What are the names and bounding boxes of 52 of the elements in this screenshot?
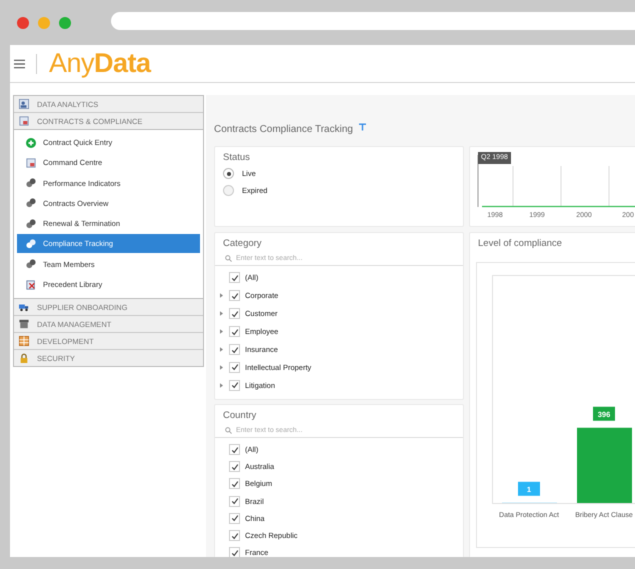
minimize-window-dot[interactable] [38,16,50,28]
checkbox[interactable] [229,290,240,302]
expand-triangle-icon[interactable] [220,347,223,352]
value-label-background [593,406,615,421]
grid-icon [19,336,29,346]
lock-icon [19,353,29,364]
card-title: Category [222,237,263,249]
document-icon [19,116,29,126]
expand-triangle-icon[interactable] [220,329,223,334]
timeline-drawing[interactable] [478,154,635,208]
plus-icon [26,138,36,148]
truck-icon [19,302,29,312]
checkbox[interactable] [229,547,240,557]
card-title: Country [222,409,258,421]
checkbox[interactable] [229,308,240,320]
expand-triangle-icon[interactable] [220,311,223,316]
checkbox[interactable] [229,380,240,391]
logo: AnyData [49,48,151,79]
expand-triangle-icon[interactable] [220,364,223,370]
checkbox[interactable] [229,362,240,373]
menu-icon[interactable] [14,58,25,68]
page-title: Contracts Compliance Tracking [214,124,353,134]
search-icon [225,427,232,434]
checkbox[interactable] [229,496,240,507]
gears-icon [26,238,36,249]
radio-button[interactable] [223,185,234,196]
checkbox[interactable] [229,272,240,284]
people-icon [19,99,29,109]
checkbox[interactable] [229,344,240,355]
gears-icon [26,178,36,188]
gears-icon [26,259,36,270]
card-title: Level of compliance [478,238,563,249]
search-icon [225,255,232,262]
radio-button[interactable] [223,168,234,179]
gears-icon [26,218,36,229]
close-window-dot[interactable] [17,16,29,28]
maximize-window-dot[interactable] [59,16,71,28]
filter-icon[interactable] [358,123,366,131]
expand-triangle-icon[interactable] [220,293,223,298]
checkbox[interactable] [229,326,240,338]
expand-triangle-icon[interactable] [220,382,223,388]
checkbox[interactable] [229,512,240,524]
archive-box-icon [19,319,29,330]
checkbox[interactable] [229,478,240,490]
checkbox[interactable] [229,530,240,542]
document-icon [26,158,36,168]
gears-icon [26,198,36,208]
checkbox[interactable] [229,461,240,472]
book-icon [26,280,36,290]
checkbox[interactable] [229,444,240,456]
card-title: Status [223,152,251,163]
value-label-background [518,482,540,496]
